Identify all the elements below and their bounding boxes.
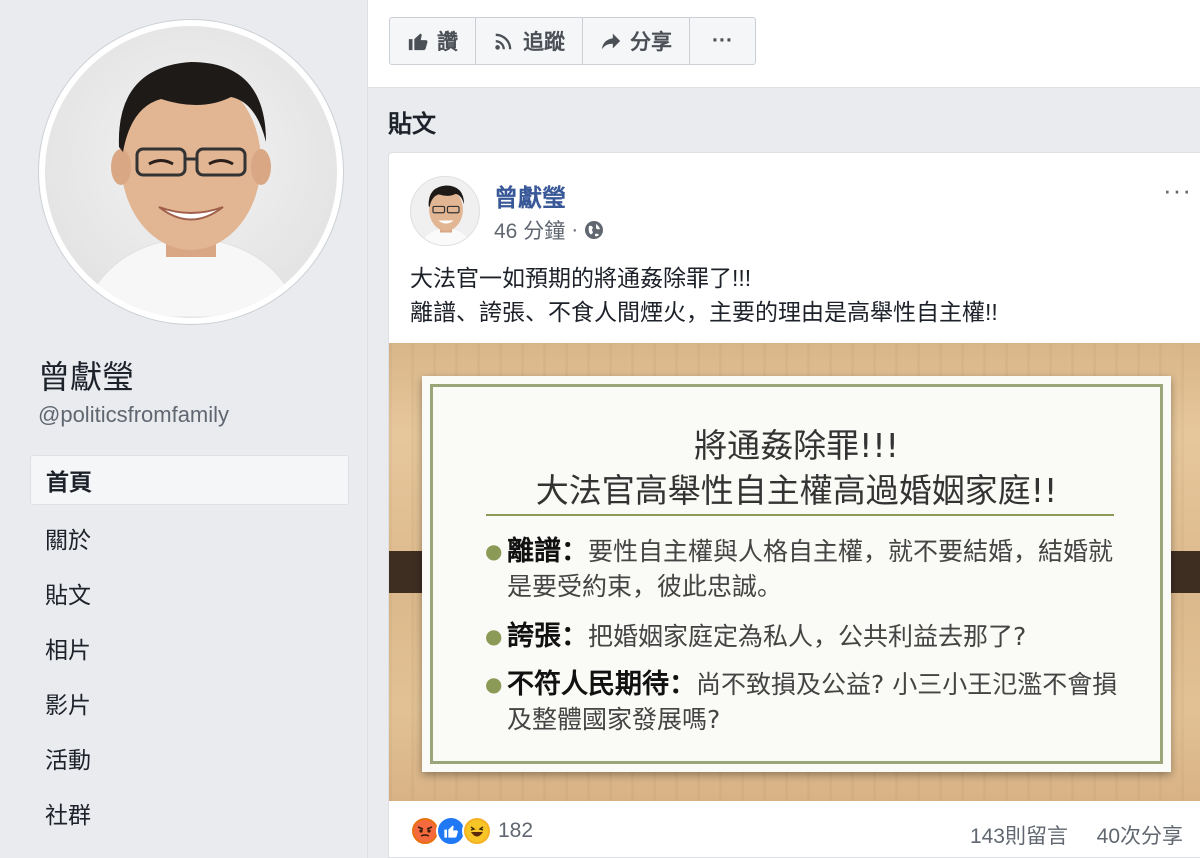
slide-subtitle: 大法官高舉性自主權高過婚姻家庭!!: [535, 471, 1058, 510]
rss-follow-icon: [495, 33, 512, 50]
post-footer: 182 143則留言 40次分享: [389, 801, 1200, 858]
post-options-icon[interactable]: ···: [1163, 175, 1192, 206]
slide-divider: [486, 514, 1114, 516]
bullet-dot: ●: [485, 672, 503, 696]
meta-separator: ·: [571, 218, 579, 241]
bullet-keyword: 離譜：: [507, 536, 588, 567]
slide-bullet: ● 誇張：把婚姻家庭定為私人，公共利益去那了?: [485, 619, 1125, 654]
page-sidebar: 曾獻瑩 @politicsfromfamily 首頁 關於 貼文 相片 影片 活…: [0, 0, 368, 858]
page-actions-card: 讚 追蹤 分享 ···: [367, 0, 1200, 88]
follow-label: 追蹤: [523, 31, 565, 54]
post-card: 曾獻瑩 46 分鐘 · ··· 大法官一如預期的將通姦除罪了!!! 離譜、誇張、…: [388, 152, 1200, 858]
profile-picture[interactable]: [39, 20, 343, 324]
post-meta: 46 分鐘 ·: [494, 215, 604, 245]
slide-bullet: ● 不符人民期待：尚不致損及公益? 小三小王氾濫不會損及整體國家發展嗎?: [485, 667, 1125, 737]
post-image[interactable]: 將通姦除罪!!! 大法官高舉性自主權高過婚姻家庭!! ● 離譜：要性自主權與人格…: [389, 343, 1200, 801]
comments-count-link[interactable]: 143則留言: [970, 820, 1068, 850]
page-nav: 首頁 關於 貼文 相片 影片 活動 社群: [30, 455, 349, 840]
nav-item-about[interactable]: 關於: [30, 510, 349, 565]
nav-item-videos[interactable]: 影片: [30, 675, 349, 730]
profile-photo: [45, 26, 337, 318]
page-handle[interactable]: @politicsfromfamily: [38, 402, 229, 428]
post-timestamp[interactable]: 46 分鐘: [494, 215, 565, 245]
post-text-line: 大法官一如預期的將通姦除罪了!!!: [410, 265, 752, 291]
nav-item-community[interactable]: 社群: [30, 785, 349, 840]
post-text-line: 離譜、誇張、不食人間煙火，主要的理由是高舉性自主權!!: [410, 299, 998, 325]
share-label: 分享: [630, 31, 672, 54]
author-avatar-image: [414, 177, 478, 245]
reaction-count: 182: [498, 819, 534, 842]
page-name: 曾獻瑩: [38, 359, 135, 395]
slide-card: 將通姦除罪!!! 大法官高舉性自主權高過婚姻家庭!! ● 離譜：要性自主權與人格…: [422, 376, 1171, 772]
slide-bullet: ● 離譜：要性自主權與人格自主權，就不要結婚，結婚就是要受約束，彼此忠誠。: [485, 534, 1125, 604]
bullet-keyword: 誇張：: [507, 621, 588, 652]
person-portrait-image: [80, 62, 302, 317]
like-label: 讚: [437, 31, 458, 54]
nav-item-events[interactable]: 活動: [30, 730, 349, 785]
share-button[interactable]: 分享: [583, 18, 690, 64]
bullet-text: 要性自主權與人格自主權，就不要結婚，結婚就是要受約束，彼此忠誠。: [507, 537, 1114, 601]
bullet-dot: ●: [485, 624, 503, 648]
bullet-text: 把婚姻家庭定為私人，公共利益去那了?: [588, 622, 1027, 651]
more-options-button[interactable]: ···: [690, 18, 755, 64]
post-author-name[interactable]: 曾獻瑩: [494, 178, 566, 213]
reactions-summary[interactable]: 182: [410, 816, 533, 846]
more-dots-icon: ···: [712, 29, 733, 52]
bullet-dot: ●: [485, 539, 503, 563]
post-body: 大法官一如預期的將通姦除罪了!!! 離譜、誇張、不食人間煙火，主要的理由是高舉性…: [410, 261, 998, 329]
haha-icon: [462, 816, 492, 846]
globe-icon[interactable]: [584, 220, 604, 240]
shares-count-link[interactable]: 40次分享: [1097, 820, 1183, 850]
nav-item-photos[interactable]: 相片: [30, 620, 349, 675]
nav-item-home[interactable]: 首頁: [30, 455, 349, 505]
follow-button[interactable]: 追蹤: [476, 18, 583, 64]
posts-section-heading: 貼文: [388, 111, 436, 138]
slide-title: 將通姦除罪!!!: [694, 426, 899, 465]
nav-item-posts[interactable]: 貼文: [30, 565, 349, 620]
bullet-keyword: 不符人民期待：: [507, 669, 696, 700]
thumbs-up-icon: [408, 33, 428, 51]
like-page-button[interactable]: 讚: [390, 18, 476, 64]
post-author-avatar[interactable]: [410, 176, 480, 246]
share-arrow-icon: [601, 33, 621, 50]
action-bar: 讚 追蹤 分享 ···: [389, 17, 756, 65]
slide-frame: 將通姦除罪!!! 大法官高舉性自主權高過婚姻家庭!! ● 離譜：要性自主權與人格…: [430, 384, 1163, 764]
